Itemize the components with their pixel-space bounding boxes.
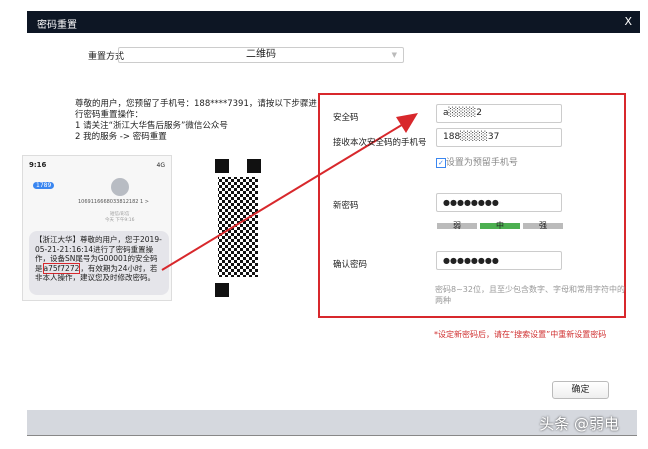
reset-note: *设定新密码后，请在“搜索设置”中重新设置密码 xyxy=(434,330,607,339)
confirm-password-input[interactable]: ●●●●●●●● xyxy=(436,251,562,270)
new-password-input[interactable]: ●●●●●●●● xyxy=(436,193,562,212)
new-password-label: 新密码 xyxy=(333,201,359,211)
avatar xyxy=(111,178,129,196)
footer-bar: 头条 @弱电 xyxy=(27,410,637,436)
watermark: 头条 @弱电 xyxy=(539,415,619,433)
strength-weak: 弱 xyxy=(437,222,477,230)
security-code-input[interactable]: a░░░░2 xyxy=(436,104,562,123)
set-reserved-label: 设置为预留手机号 xyxy=(445,158,518,168)
message-meta: 短信/彩信 今天 下午9:16 xyxy=(105,212,135,223)
title-bar: 密码重置 X xyxy=(27,11,640,33)
set-reserved-checkbox[interactable]: ✓ 设置为预留手机号 xyxy=(436,155,518,168)
sms-code: a75f7272 xyxy=(42,262,81,274)
sender-number: 1069116668033812182 1 > xyxy=(78,199,149,205)
window-title: 密码重置 xyxy=(37,20,77,31)
password-hint: 密码8~32位，且至少包含数字、字母和常用字符中的两种 xyxy=(435,285,625,305)
sms-bubble: 【浙江大华】尊敬的用户，您于2019-05-21-21:16:14进行了密码重置… xyxy=(29,231,169,295)
phone-label: 接收本次安全码的手机号 xyxy=(333,138,427,148)
confirm-password-label: 确认密码 xyxy=(333,260,368,270)
strength-strong: 强 xyxy=(523,222,563,230)
back-badge: 1789 xyxy=(33,182,55,189)
checkbox-check-icon: ✓ xyxy=(436,158,446,168)
phone-time: 9:16 xyxy=(29,161,47,169)
strength-medium: 中 xyxy=(480,222,520,230)
chevron-down-icon: ▼ xyxy=(391,51,397,59)
security-code-label: 安全码 xyxy=(333,113,359,123)
close-icon[interactable]: X xyxy=(624,15,632,28)
phone-input[interactable]: 188░░░░37 xyxy=(436,128,562,147)
ok-button[interactable]: 确定 xyxy=(552,381,609,399)
reset-method-value: 二维码 xyxy=(246,49,276,60)
sms-screenshot: 9:16 4G 1789 1069116668033812182 1 > 短信/… xyxy=(22,155,172,301)
reset-method-select[interactable]: 二维码 ▼ xyxy=(118,47,404,63)
